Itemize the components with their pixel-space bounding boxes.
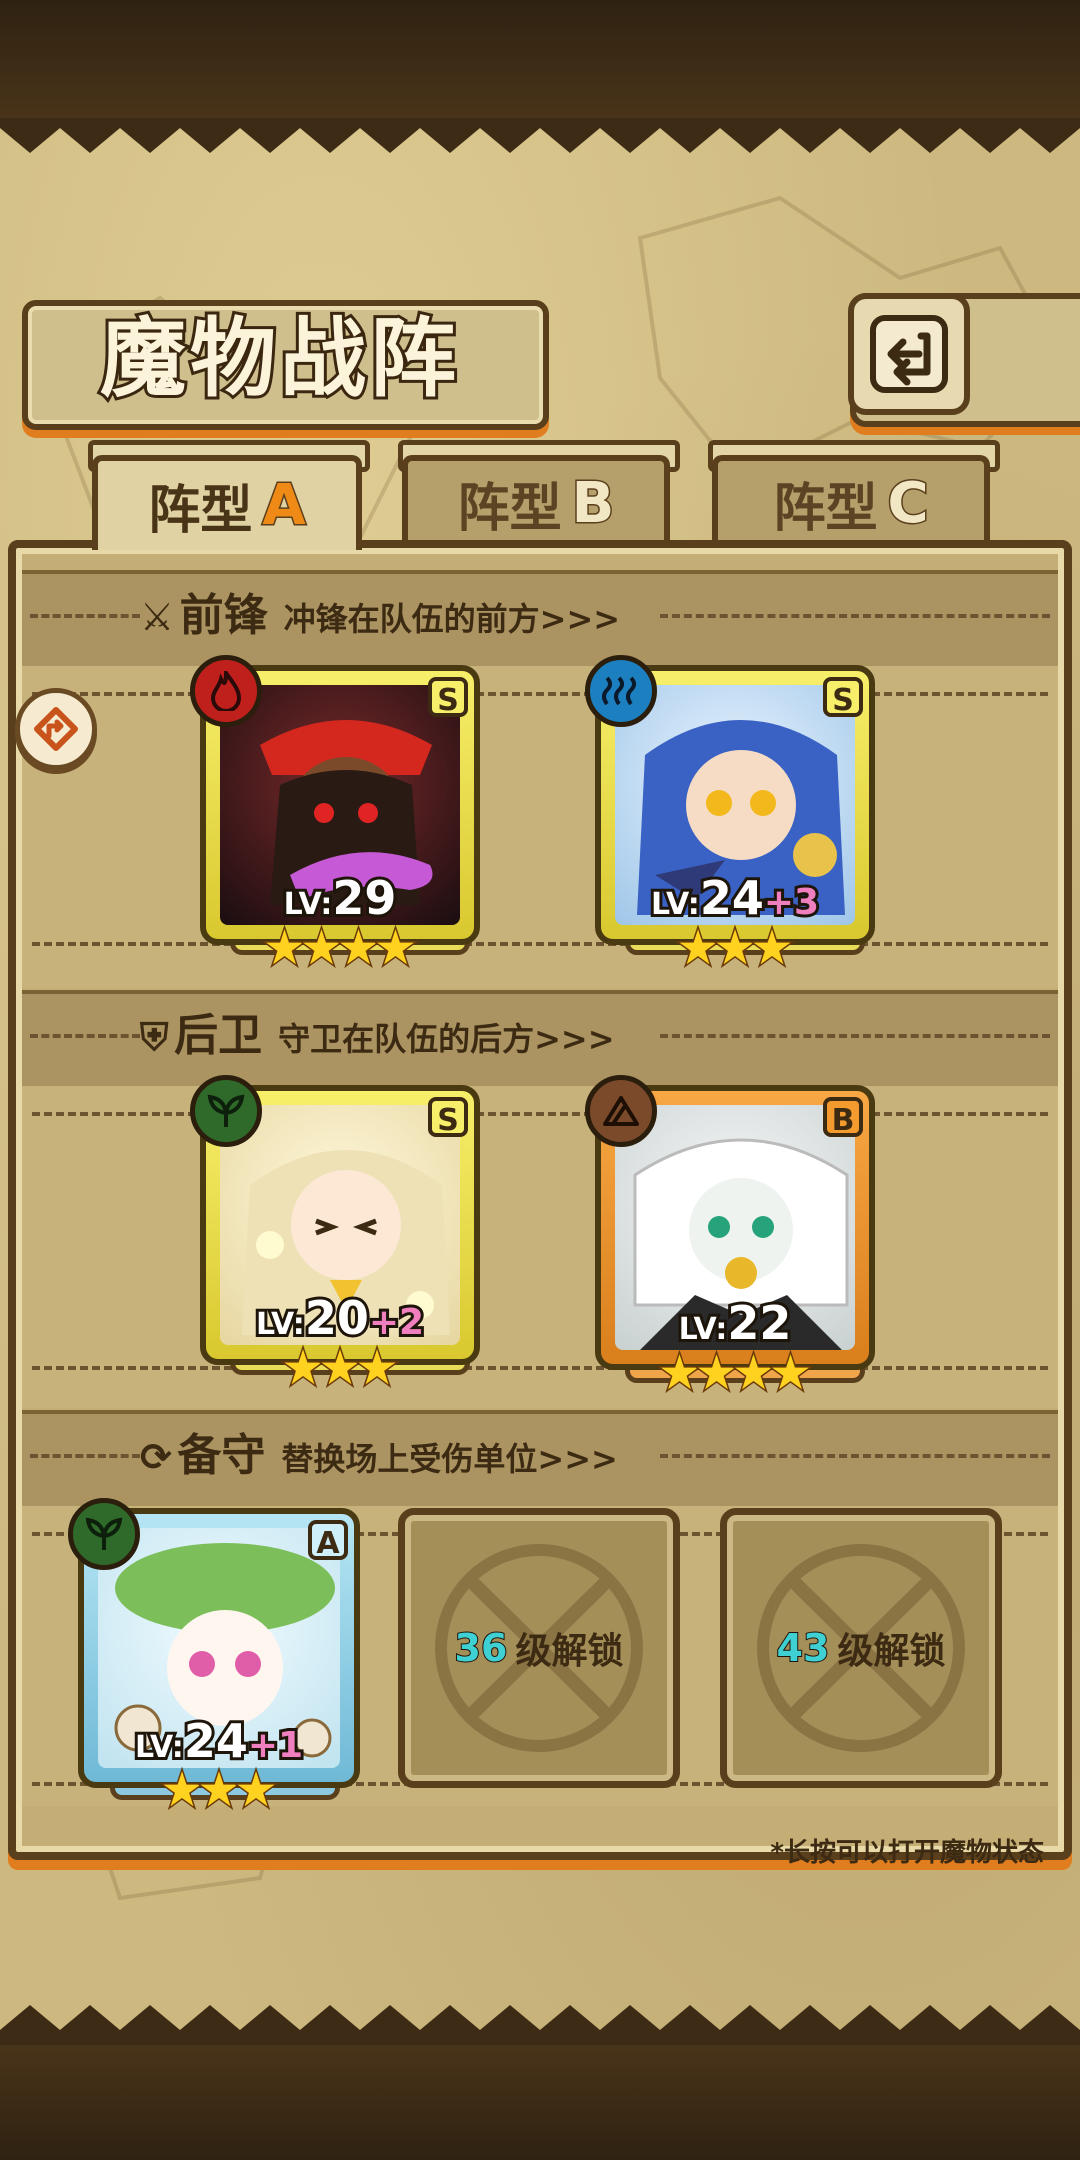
divider	[30, 1454, 140, 1458]
tab-formation-a[interactable]: 阵型 A	[92, 455, 362, 550]
rear-section-header: ⛨ 后卫 守卫在队伍的后方>>>	[140, 990, 615, 1082]
tab-label: 阵型	[148, 481, 253, 541]
tab-label: 阵型	[457, 478, 562, 539]
tab-letter: C	[886, 469, 930, 537]
long-press-hint: *长按可以打开魔物状态	[770, 1838, 1044, 1868]
star-rating: ★ ★ ★	[280, 1339, 400, 1398]
section-name: 前锋	[179, 590, 268, 641]
rank-badge: S	[428, 1097, 468, 1138]
section-desc: 守卫在队伍的后方>>>	[278, 1020, 615, 1058]
torn-edge-bottom	[0, 2005, 1080, 2045]
back-button[interactable]	[848, 293, 970, 415]
tab-formation-c[interactable]: 阵型 C	[712, 455, 990, 545]
section-name: 后卫	[174, 1010, 263, 1061]
divider	[32, 1112, 1048, 1116]
front-section-header: ⚔ 前锋 冲锋在队伍的前方>>>	[140, 570, 620, 662]
divider	[32, 942, 1048, 946]
divider	[32, 1366, 1048, 1370]
divider	[660, 1034, 1050, 1038]
wind-element-icon	[190, 1075, 262, 1147]
star-rating: ★ ★ ★ ★	[656, 1344, 813, 1403]
sort-button[interactable]	[15, 688, 97, 770]
water-element-icon	[585, 655, 657, 727]
divider	[660, 1454, 1050, 1458]
star-rating: ★ ★ ★ ★	[261, 919, 418, 978]
bottom-strip	[0, 2040, 1080, 2160]
return-icon	[870, 315, 948, 393]
shield-icon: ⛨	[140, 1015, 169, 1059]
unlock-requirement: 36 级解锁	[454, 1625, 624, 1672]
sword-icon: ⚔	[140, 595, 175, 639]
divider	[30, 614, 140, 618]
section-desc: 替换场上受伤单位>>>	[281, 1440, 618, 1478]
locked-slot-1[interactable]: 36 级解锁	[398, 1508, 680, 1788]
front-row	[22, 666, 1058, 988]
divider	[660, 614, 1050, 618]
locked-slot-2[interactable]: 43 级解锁	[720, 1508, 1002, 1788]
section-desc: 冲锋在队伍的前方>>>	[283, 600, 621, 638]
earth-element-icon	[585, 1075, 657, 1147]
rank-badge: B	[823, 1097, 863, 1138]
level-label: LV:22	[676, 1293, 795, 1353]
level-label: LV:29	[281, 868, 400, 928]
page-title: 魔物战阵	[97, 306, 460, 412]
sort-icon	[34, 707, 78, 751]
torn-edge-top	[0, 118, 1080, 153]
level-label: LV:24+1	[132, 1711, 306, 1771]
swap-icon: ⟳	[140, 1435, 172, 1479]
unlock-requirement: 43 级解锁	[776, 1625, 946, 1672]
fire-element-icon	[190, 655, 262, 727]
star-rating: ★ ★ ★	[675, 919, 795, 978]
wind-element-icon	[68, 1498, 140, 1570]
rank-badge: S	[428, 677, 468, 718]
level-label: LV:20+2	[253, 1288, 427, 1348]
rank-badge: S	[823, 677, 863, 718]
level-label: LV:24+3	[648, 868, 822, 928]
reserve-section-header: ⟳ 备守 替换场上受伤单位>>>	[140, 1410, 618, 1502]
star-rating: ★ ★ ★	[159, 1761, 279, 1820]
section-name: 备守	[177, 1430, 266, 1481]
rank-badge: A	[308, 1520, 348, 1561]
top-strip	[0, 0, 1080, 125]
tab-formation-b[interactable]: 阵型 B	[402, 455, 670, 545]
rear-row	[22, 1086, 1058, 1408]
tab-letter: B	[570, 469, 616, 537]
divider	[32, 692, 1048, 696]
tab-letter: A	[261, 472, 307, 540]
tab-label: 阵型	[773, 478, 878, 539]
divider	[30, 1034, 140, 1038]
